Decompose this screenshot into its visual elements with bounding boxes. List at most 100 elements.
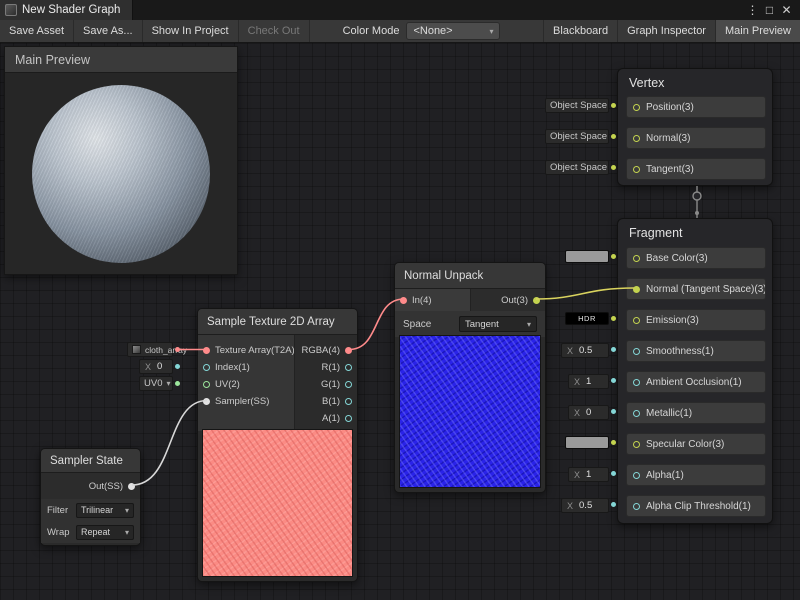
- smoothness-x-label: X: [567, 346, 573, 356]
- metallic-port[interactable]: [633, 410, 640, 417]
- sampler-port[interactable]: [203, 398, 210, 405]
- uv-channel-dropdown[interactable]: UV0 ▾: [139, 376, 173, 391]
- filter-dropdown[interactable]: Trilinear ▾: [76, 503, 134, 518]
- alpha-port[interactable]: [633, 472, 640, 479]
- a-port[interactable]: [345, 415, 352, 422]
- fragment-row-metallic[interactable]: Metallic(1): [626, 402, 766, 424]
- position-port[interactable]: [633, 104, 640, 111]
- wrap-row: Wrap Repeat ▾: [41, 521, 140, 543]
- fragment-row-specular-color[interactable]: Specular Color(3): [626, 433, 766, 455]
- emission-port[interactable]: [633, 317, 640, 324]
- normal-unpack-node[interactable]: Normal Unpack In(4) Out(3) Space Tangent…: [394, 262, 546, 493]
- g-port[interactable]: [345, 381, 352, 388]
- show-in-project-button[interactable]: Show In Project: [143, 20, 239, 42]
- space-dropdown[interactable]: Tangent ▾: [459, 316, 537, 332]
- alpha-field[interactable]: X 1: [568, 467, 609, 482]
- graph-inspector-toggle-button[interactable]: Graph Inspector: [617, 20, 715, 42]
- fragment-row-alpha-clip-threshold[interactable]: Alpha Clip Threshold(1): [626, 495, 766, 517]
- specular-color-swatch[interactable]: [565, 436, 609, 449]
- sample-texture-2d-array-node[interactable]: Sample Texture 2D Array Texture Array(T2…: [197, 308, 358, 582]
- output-row-out-ss[interactable]: Out(SS): [41, 473, 140, 499]
- index-field[interactable]: X 0: [139, 359, 173, 374]
- tangent-port[interactable]: [633, 166, 640, 173]
- normal-label: Normal(3): [646, 133, 690, 144]
- alpha-clip-threshold-field[interactable]: X 0.5: [561, 498, 609, 513]
- output-row-r[interactable]: R(1): [295, 359, 357, 376]
- rgba-port[interactable]: [345, 347, 352, 354]
- fragment-row-normal-tangent[interactable]: Normal (Tangent Space)(3): [626, 278, 766, 300]
- tangent-stub-dot: [611, 165, 616, 170]
- smoothness-port[interactable]: [633, 348, 640, 355]
- fragment-row-alpha[interactable]: Alpha(1): [626, 464, 766, 486]
- close-icon[interactable]: ✕: [778, 3, 795, 17]
- input-row-sampler[interactable]: Sampler(SS): [198, 393, 294, 410]
- index-stub-dot: [175, 364, 180, 369]
- specular-color-port[interactable]: [633, 441, 640, 448]
- window-menu-icon[interactable]: ⋮: [744, 3, 761, 17]
- b-port[interactable]: [345, 398, 352, 405]
- tangent-space-value: Object Space: [550, 162, 607, 173]
- normal-tangent-port[interactable]: [633, 286, 640, 293]
- base-color-port[interactable]: [633, 255, 640, 262]
- input-row-index[interactable]: Index(1): [198, 359, 294, 376]
- vertex-node-title: Vertex: [618, 69, 772, 96]
- position-space-dropdown[interactable]: Object Space: [545, 98, 609, 113]
- in4-port[interactable]: [400, 297, 407, 304]
- fragment-row-emission[interactable]: Emission(3): [626, 309, 766, 331]
- input-row-in4[interactable]: In(4): [395, 289, 470, 311]
- output-row-rgba[interactable]: RGBA(4): [295, 342, 357, 359]
- fragment-row-ambient-occlusion[interactable]: Ambient Occlusion(1): [626, 371, 766, 393]
- base-color-stub-dot: [611, 254, 616, 259]
- vertex-row-position[interactable]: Position(3): [626, 96, 766, 118]
- wrap-dropdown[interactable]: Repeat ▾: [76, 525, 134, 540]
- sampler-state-node[interactable]: Sampler State Out(SS) Filter Trilinear ▾…: [40, 448, 141, 546]
- input-row-texture-array[interactable]: Texture Array(T2A): [198, 342, 294, 359]
- main-preview-toggle-button[interactable]: Main Preview: [715, 20, 800, 42]
- vertex-row-tangent[interactable]: Tangent(3): [626, 158, 766, 180]
- edge-sampler-state-to-sampler-input[interactable]: [132, 401, 207, 486]
- output-row-out3[interactable]: Out(3): [471, 289, 545, 311]
- main-preview-panel[interactable]: Main Preview: [4, 46, 238, 275]
- shader-graph-tab[interactable]: New Shader Graph: [0, 0, 133, 20]
- normal-space-dropdown[interactable]: Object Space: [545, 129, 609, 144]
- uv-port[interactable]: [203, 381, 210, 388]
- out3-port[interactable]: [533, 297, 540, 304]
- output-row-b[interactable]: B(1): [295, 393, 357, 410]
- output-row-g[interactable]: G(1): [295, 376, 357, 393]
- emission-color-swatch[interactable]: HDR: [565, 312, 609, 325]
- vertex-node[interactable]: Vertex Position(3) Normal(3) Tangent(3): [617, 68, 773, 186]
- ambient-occlusion-field[interactable]: X 1: [568, 374, 609, 389]
- color-mode-dropdown[interactable]: <None> ▾: [406, 22, 500, 40]
- graph-canvas[interactable]: Main Preview Vertex Position(3) Normal(3…: [0, 43, 800, 600]
- fragment-row-smoothness[interactable]: Smoothness(1): [626, 340, 766, 362]
- index-port[interactable]: [203, 364, 210, 371]
- input-row-uv[interactable]: UV(2): [198, 376, 294, 393]
- fragment-row-base-color[interactable]: Base Color(3): [626, 247, 766, 269]
- smoothness-field[interactable]: X 0.5: [561, 343, 609, 358]
- alpha-x-label: X: [574, 470, 580, 480]
- tangent-label: Tangent(3): [646, 164, 694, 175]
- space-row: Space Tangent ▾: [395, 311, 545, 337]
- save-as-button[interactable]: Save As...: [74, 20, 143, 42]
- ambient-occlusion-port[interactable]: [633, 379, 640, 386]
- rgba-label: RGBA(4): [301, 345, 340, 356]
- alpha-clip-threshold-port[interactable]: [633, 503, 640, 510]
- main-preview-panel-title[interactable]: Main Preview: [5, 47, 237, 73]
- out-ss-port[interactable]: [128, 483, 135, 490]
- normal-port[interactable]: [633, 135, 640, 142]
- vertex-row-normal[interactable]: Normal(3): [626, 127, 766, 149]
- tangent-space-dropdown[interactable]: Object Space: [545, 160, 609, 175]
- maximize-icon[interactable]: □: [761, 3, 778, 17]
- texture-array-field[interactable]: cloth_array: [127, 342, 173, 357]
- fragment-node[interactable]: Fragment Base Color(3) Normal (Tangent S…: [617, 218, 773, 524]
- chevron-down-icon: ▾: [125, 528, 129, 537]
- output-row-a[interactable]: A(1): [295, 410, 357, 427]
- metallic-field[interactable]: X 0: [568, 405, 609, 420]
- base-color-swatch[interactable]: [565, 250, 609, 263]
- filter-row: Filter Trilinear ▾: [41, 499, 140, 521]
- save-asset-button[interactable]: Save Asset: [0, 20, 74, 42]
- blackboard-toggle-button[interactable]: Blackboard: [543, 20, 617, 42]
- stack-link-connector-icon: [693, 192, 701, 200]
- texture-array-port[interactable]: [203, 347, 210, 354]
- r-port[interactable]: [345, 364, 352, 371]
